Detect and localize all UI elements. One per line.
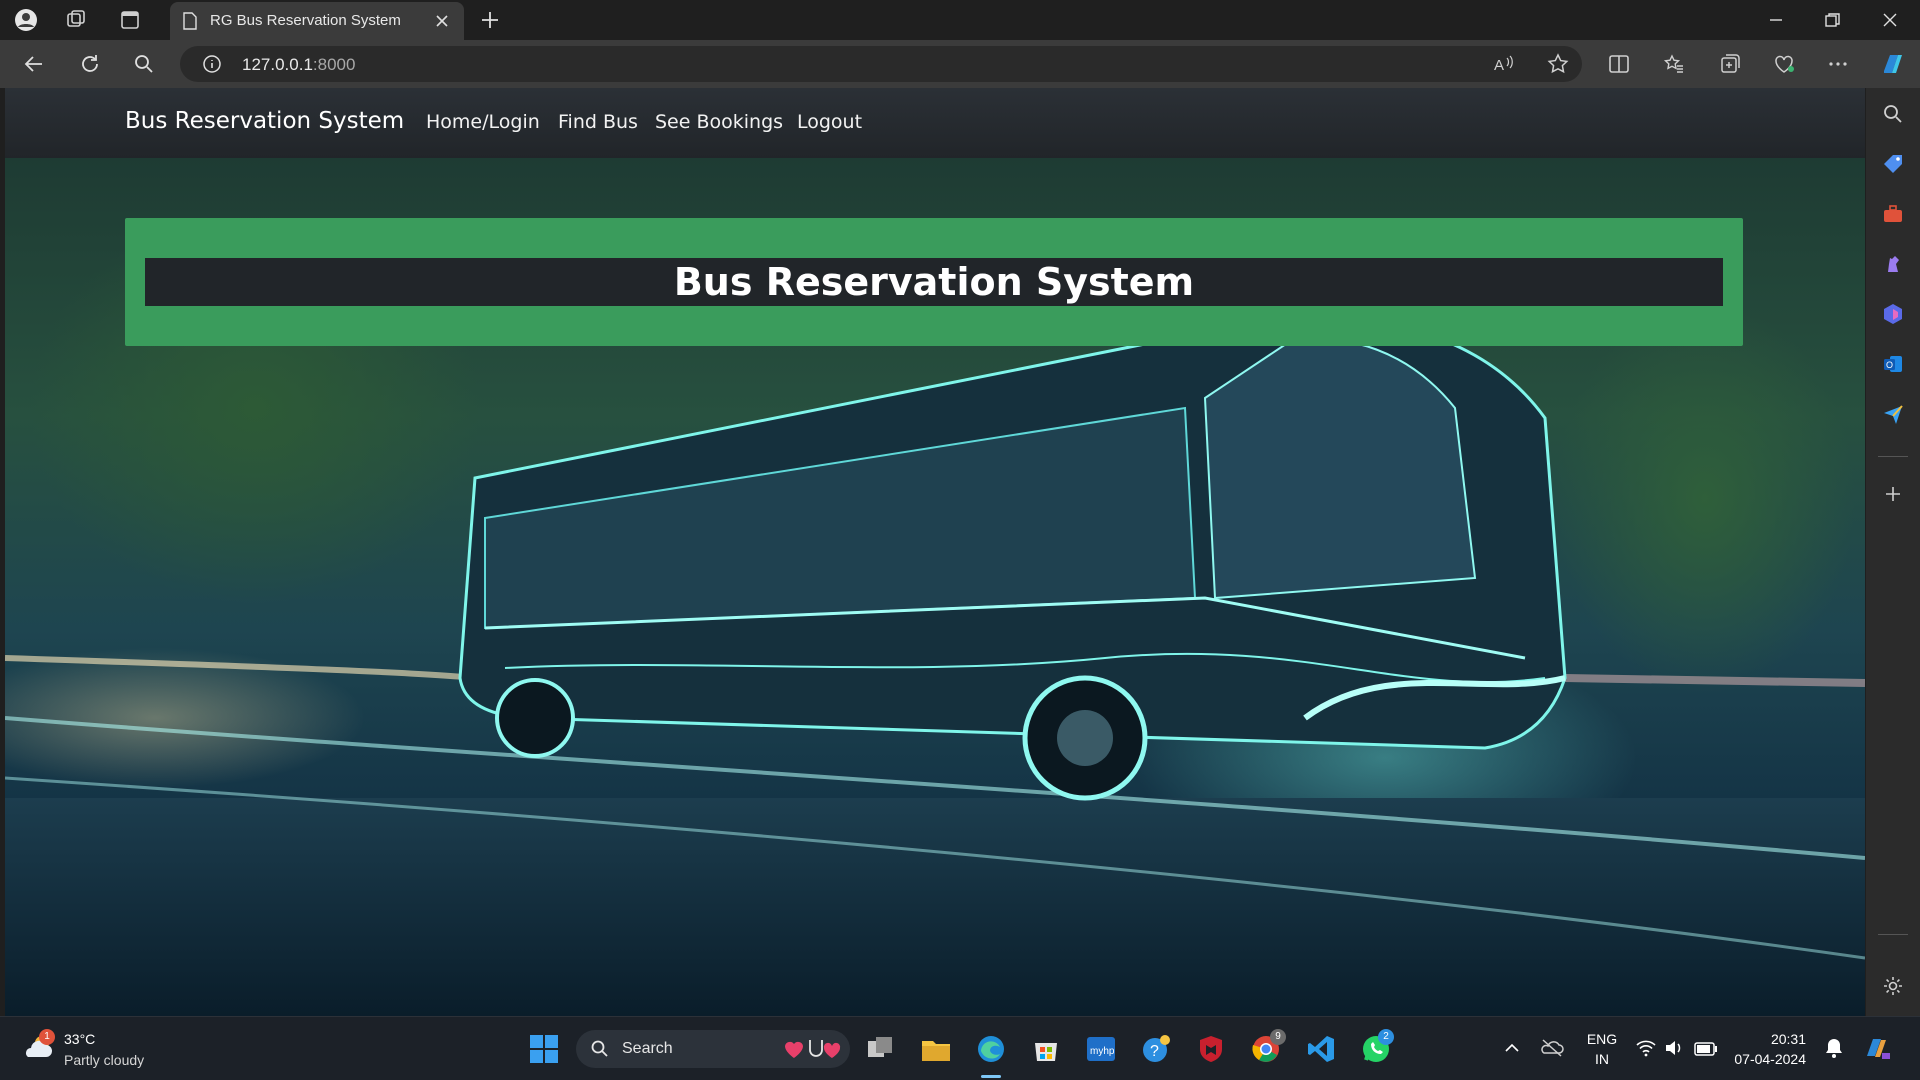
- restore-icon[interactable]: [1820, 8, 1844, 32]
- drop-send-icon[interactable]: [1881, 402, 1905, 426]
- page-viewport: Bus Reservation System Home/Login Find B…: [5, 88, 1865, 1016]
- url-port: :8000: [312, 55, 356, 74]
- file-explorer-icon[interactable]: [920, 1033, 952, 1065]
- collections-icon[interactable]: [1718, 52, 1742, 76]
- taskbar-search-icon: [590, 1039, 610, 1063]
- mcafee-shield-icon[interactable]: [1195, 1033, 1227, 1065]
- site-info-icon[interactable]: [202, 54, 222, 78]
- add-sidebar-app-icon[interactable]: [1881, 482, 1905, 506]
- weather-description[interactable]: Partly cloudy: [64, 1052, 144, 1068]
- workspaces-icon[interactable]: [64, 8, 88, 32]
- site-navbar: Bus Reservation System Home/Login Find B…: [5, 88, 1865, 158]
- svg-text:O: O: [1886, 360, 1893, 370]
- svg-text:myhp: myhp: [1090, 1046, 1115, 1057]
- chrome-notification-badge: 9: [1270, 1029, 1286, 1045]
- weather-temperature[interactable]: 33°C: [64, 1031, 95, 1047]
- microsoft-store-icon[interactable]: [1030, 1033, 1062, 1065]
- url-text: 127.0.0.1:8000: [242, 55, 355, 75]
- volume-icon[interactable]: [1664, 1039, 1684, 1061]
- active-app-indicator: [981, 1075, 1001, 1078]
- address-toolbar: 127.0.0.1:8000 A: [0, 40, 1920, 88]
- clock-time[interactable]: 20:31: [1736, 1031, 1806, 1047]
- get-help-icon[interactable]: ?: [1140, 1033, 1172, 1065]
- back-icon[interactable]: [22, 52, 46, 76]
- new-tab-icon[interactable]: [478, 8, 502, 32]
- vscode-icon[interactable]: [1305, 1033, 1337, 1065]
- taskbar-search-box[interactable]: Search: [576, 1030, 850, 1068]
- language-indicator-line1[interactable]: ENG: [1585, 1031, 1619, 1047]
- favorite-star-icon[interactable]: [1546, 52, 1570, 80]
- outlook-icon[interactable]: O: [1881, 352, 1905, 376]
- split-screen-icon[interactable]: [1607, 52, 1631, 76]
- games-chess-icon[interactable]: [1881, 252, 1905, 276]
- read-aloud-icon[interactable]: A: [1492, 52, 1516, 80]
- active-tab[interactable]: RG Bus Reservation System: [170, 2, 464, 40]
- copilot-taskbar-icon[interactable]: [1862, 1033, 1892, 1067]
- show-hidden-icons-chevron-icon[interactable]: [1503, 1039, 1521, 1061]
- microsoft-365-icon[interactable]: [1881, 302, 1905, 326]
- search-icon[interactable]: [132, 52, 156, 76]
- nav-link-home-login[interactable]: Home/Login: [426, 111, 540, 133]
- edge-browser-icon[interactable]: [975, 1033, 1007, 1065]
- sidebar-divider-bottom: [1878, 934, 1908, 935]
- refresh-icon[interactable]: [78, 52, 102, 76]
- more-menu-icon[interactable]: [1826, 52, 1850, 76]
- minimize-icon[interactable]: [1764, 8, 1788, 32]
- favorites-icon[interactable]: [1662, 52, 1686, 76]
- battery-icon[interactable]: [1694, 1041, 1718, 1060]
- nav-link-find-bus[interactable]: Find Bus: [558, 111, 638, 133]
- shopping-tag-icon[interactable]: [1881, 152, 1905, 176]
- vertical-tabs-icon[interactable]: [118, 8, 142, 32]
- whatsapp-notification-badge: 2: [1378, 1029, 1394, 1045]
- hero-section: Bus Reservation System: [5, 158, 1865, 1016]
- taskbar-search-label: Search: [622, 1040, 673, 1057]
- windows-taskbar: 1 33°C Partly cloudy Search myhp ? 9 2 E…: [0, 1016, 1920, 1080]
- hero-banner: Bus Reservation System: [125, 218, 1743, 346]
- sidebar-divider: [1878, 456, 1908, 457]
- task-view-icon[interactable]: [864, 1033, 896, 1065]
- svg-text:?: ?: [1150, 1043, 1159, 1060]
- close-window-icon[interactable]: [1878, 8, 1902, 32]
- clock-date[interactable]: 07-04-2024: [1726, 1051, 1806, 1067]
- copilot-icon[interactable]: [1878, 49, 1908, 79]
- notification-bell-icon[interactable]: [1824, 1037, 1844, 1063]
- windows-start-icon[interactable]: [528, 1033, 560, 1065]
- nav-link-logout[interactable]: Logout: [797, 111, 862, 133]
- edge-sidebar: O: [1866, 88, 1920, 1016]
- weather-alert-badge: 1: [39, 1029, 55, 1045]
- hero-title-box: Bus Reservation System: [145, 258, 1723, 306]
- tools-briefcase-icon[interactable]: [1881, 202, 1905, 226]
- sidebar-search-icon[interactable]: [1881, 102, 1905, 126]
- page-icon: [182, 12, 198, 34]
- svg-text:A: A: [1494, 57, 1504, 74]
- wifi-icon[interactable]: [1636, 1039, 1656, 1061]
- myhp-icon[interactable]: myhp: [1085, 1033, 1117, 1065]
- browser-tab-bar: RG Bus Reservation System: [0, 0, 1920, 40]
- nav-link-see-bookings[interactable]: See Bookings: [655, 111, 783, 133]
- profile-icon[interactable]: [14, 8, 38, 32]
- address-bar[interactable]: 127.0.0.1:8000 A: [180, 46, 1582, 82]
- url-host: 127.0.0.1: [242, 55, 313, 74]
- navbar-brand[interactable]: Bus Reservation System: [125, 108, 404, 134]
- browser-essentials-icon[interactable]: [1772, 52, 1796, 76]
- hero-title: Bus Reservation System: [673, 260, 1195, 304]
- tab-title: RG Bus Reservation System: [210, 12, 401, 29]
- sidebar-settings-gear-icon[interactable]: [1881, 974, 1905, 998]
- onedrive-offline-icon[interactable]: [1540, 1037, 1564, 1063]
- search-highlight-hearts-icon: [784, 1036, 844, 1066]
- language-indicator-line2[interactable]: IN: [1585, 1051, 1619, 1067]
- close-tab-icon[interactable]: [432, 11, 452, 31]
